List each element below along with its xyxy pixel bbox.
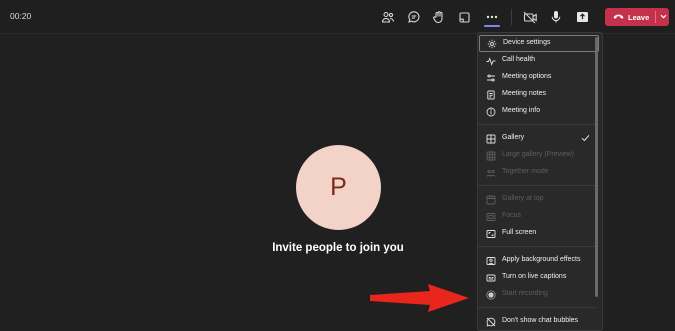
meeting-timer: 00:20 bbox=[10, 11, 32, 21]
menu-item-gallery-at-top: Gallery at top bbox=[478, 191, 602, 208]
menu-item-label: Meeting info bbox=[502, 107, 541, 114]
menu-item-label: Full screen bbox=[502, 229, 537, 236]
toolbar-divider bbox=[511, 9, 512, 25]
menu-divider bbox=[478, 185, 595, 186]
share-tray-icon bbox=[576, 12, 588, 22]
microphone-icon bbox=[551, 11, 561, 23]
participant-avatar: P bbox=[296, 145, 381, 230]
captions-icon bbox=[486, 274, 496, 282]
menu-item-label: Meeting options bbox=[502, 73, 552, 80]
chat-button[interactable] bbox=[403, 6, 425, 28]
menu-item-label: Turn on live captions bbox=[502, 273, 567, 280]
sliders-icon bbox=[487, 74, 495, 82]
more-options-icon bbox=[486, 15, 498, 19]
rooms-button[interactable] bbox=[453, 6, 475, 28]
menu-item-meeting-options[interactable]: Meeting options bbox=[478, 69, 602, 86]
menu-item-full-screen[interactable]: Full screen bbox=[478, 225, 602, 242]
people-icon bbox=[381, 11, 394, 23]
hang-up-icon bbox=[613, 14, 624, 19]
menu-item-chat-bubbles[interactable]: Don't show chat bubbles bbox=[478, 313, 602, 330]
active-indicator bbox=[484, 25, 500, 27]
menu-scrollbar[interactable] bbox=[595, 37, 598, 297]
checkmark-icon bbox=[581, 134, 590, 142]
large-gallery-icon bbox=[486, 151, 496, 161]
menu-item-call-health[interactable]: Call health bbox=[478, 52, 602, 69]
chat-icon bbox=[408, 11, 420, 23]
gallery-top-icon bbox=[486, 195, 496, 205]
menu-item-large-gallery: Large gallery (Preview) bbox=[478, 147, 602, 164]
menu-item-label: Gallery at top bbox=[502, 195, 544, 202]
fullscreen-icon bbox=[486, 230, 496, 238]
menu-item-label: Apply background effects bbox=[502, 256, 581, 263]
menu-item-gallery[interactable]: Gallery bbox=[478, 130, 602, 147]
menu-divider bbox=[478, 124, 595, 125]
menu-item-device-settings[interactable]: Device settings bbox=[479, 35, 599, 52]
invite-message: Invite people to join you bbox=[272, 242, 404, 254]
menu-item-label: Don't show chat bubbles bbox=[502, 317, 579, 324]
menu-item-label: Device settings bbox=[503, 39, 551, 46]
together-mode-icon bbox=[486, 169, 496, 177]
menu-item-label: Meeting notes bbox=[502, 90, 546, 97]
menu-item-label: Large gallery (Preview) bbox=[502, 151, 574, 158]
leave-divider bbox=[655, 11, 656, 23]
reactions-button[interactable] bbox=[428, 6, 450, 28]
focus-icon bbox=[486, 213, 496, 221]
record-icon bbox=[486, 290, 496, 300]
background-effects-icon bbox=[486, 257, 496, 265]
menu-item-start-recording: Start recording bbox=[478, 286, 602, 303]
info-icon bbox=[486, 107, 496, 117]
menu-item-together-mode: Together mode bbox=[478, 164, 602, 181]
menu-item-live-captions[interactable]: Turn on live captions bbox=[478, 269, 602, 286]
pulse-icon bbox=[486, 57, 496, 66]
camera-off-icon bbox=[523, 11, 537, 23]
chevron-down-icon[interactable] bbox=[659, 12, 668, 21]
notes-icon bbox=[487, 90, 495, 100]
menu-item-meeting-notes[interactable]: Meeting notes bbox=[478, 86, 602, 103]
leave-button[interactable]: Leave bbox=[605, 8, 669, 26]
menu-item-focus: Focus bbox=[478, 208, 602, 225]
menu-item-meeting-info[interactable]: Meeting info bbox=[478, 103, 602, 120]
menu-divider bbox=[478, 307, 595, 308]
more-options-menu: Device settings Call health Meeting opti… bbox=[477, 32, 603, 331]
gear-icon bbox=[487, 39, 497, 49]
menu-item-background-effects[interactable]: Apply background effects bbox=[478, 252, 602, 269]
menu-divider bbox=[478, 246, 595, 247]
menu-item-label: Start recording bbox=[502, 290, 548, 297]
menu-item-label: Together mode bbox=[502, 168, 549, 175]
people-button[interactable] bbox=[377, 6, 399, 28]
annotation-arrow-icon bbox=[370, 284, 469, 312]
meeting-toolbar: 00:20 Leave bbox=[0, 0, 675, 33]
menu-item-label: Focus bbox=[502, 212, 522, 219]
gallery-icon bbox=[486, 134, 496, 144]
reactions-icon bbox=[433, 11, 443, 24]
share-tray-button[interactable] bbox=[571, 6, 593, 28]
microphone-button[interactable] bbox=[545, 6, 567, 28]
menu-item-label: Gallery bbox=[502, 134, 525, 141]
avatar-initial: P bbox=[330, 173, 347, 201]
leave-label: Leave bbox=[628, 12, 650, 22]
camera-button[interactable] bbox=[519, 6, 541, 28]
rooms-icon bbox=[458, 11, 470, 23]
chat-bubbles-off-icon bbox=[486, 317, 496, 327]
menu-item-label: Call health bbox=[502, 56, 536, 63]
